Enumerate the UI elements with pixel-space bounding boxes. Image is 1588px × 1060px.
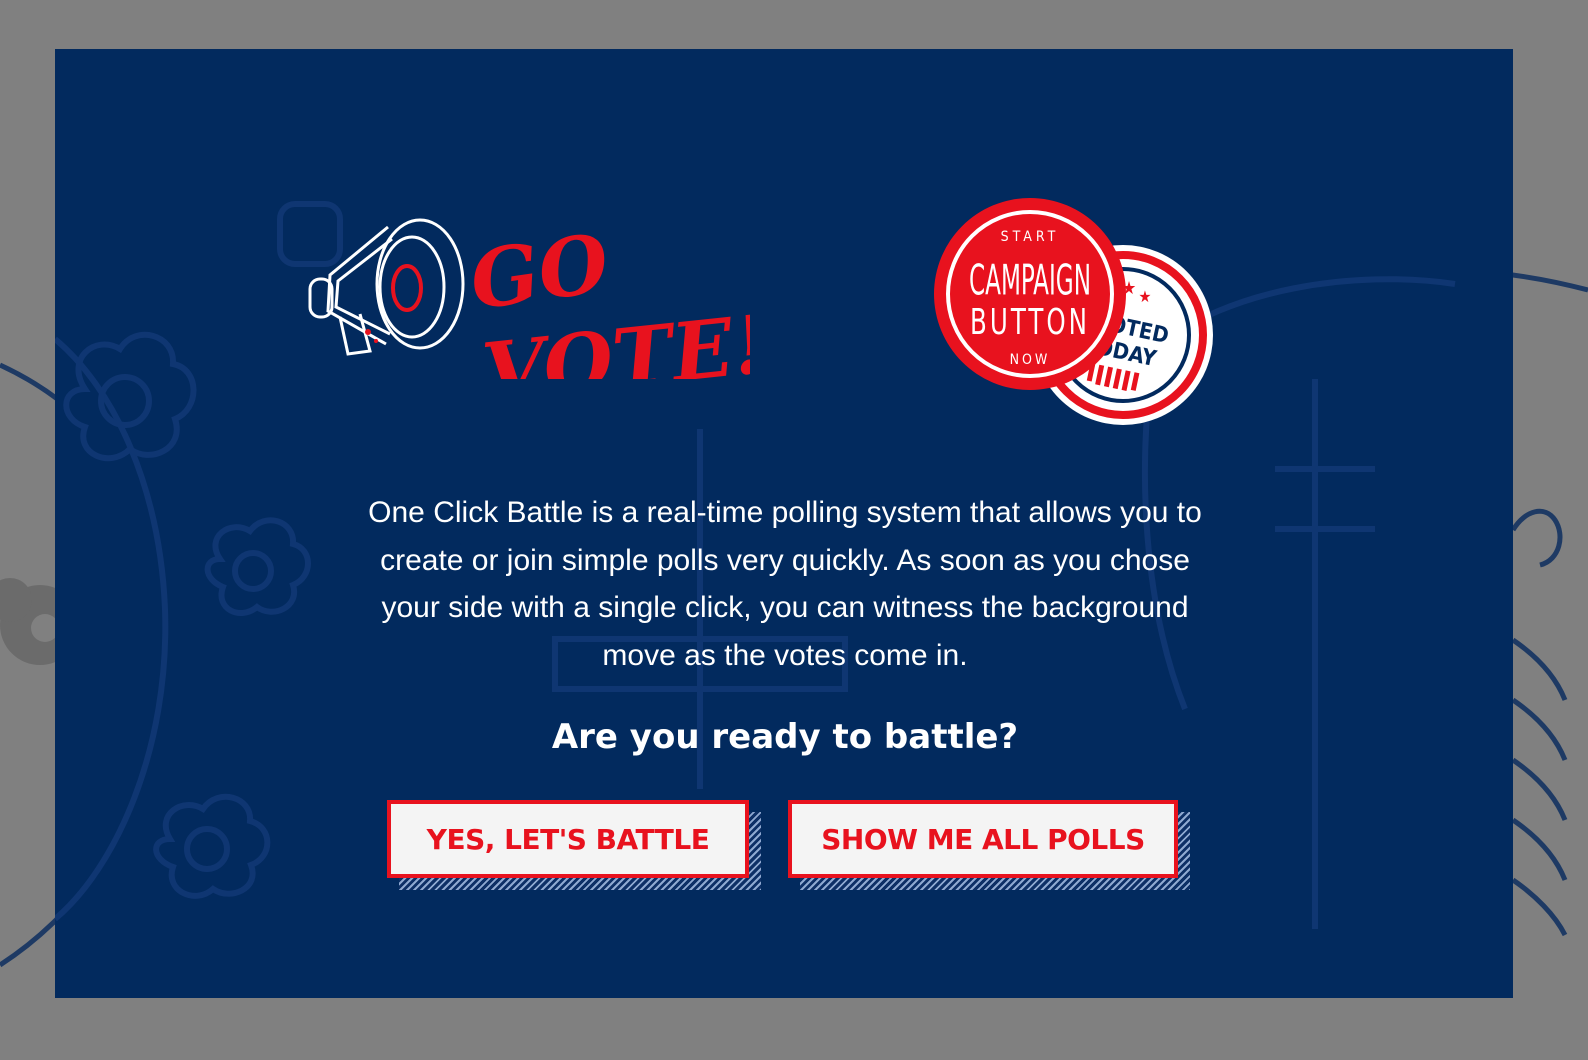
- intro-description: One Click Battle is a real-time polling …: [285, 489, 1285, 679]
- intro-line: One Click Battle is a real-time polling …: [368, 496, 1202, 529]
- show-all-polls-button[interactable]: SHOW ME ALL POLLS: [788, 800, 1178, 878]
- campaign-button-badge: START CAMPAIGN BUTTON NOW: [934, 198, 1126, 390]
- battle-question: Are you ready to battle?: [551, 717, 1019, 757]
- battle-button-wrapper: YES, LET'S BATTLE: [387, 800, 761, 890]
- svg-text:START: START: [1001, 229, 1060, 245]
- go-vote-logo: GO VOTE!: [308, 216, 750, 379]
- intro-line: create or join simple polls very quickly…: [380, 543, 1190, 577]
- go-text: GO: [465, 216, 615, 328]
- svg-text:BUTTON: BUTTON: [970, 302, 1090, 343]
- campaign-badges: ★ ★ ★ I VOTED TODAY START CAMPA: [934, 198, 1213, 425]
- megaphone-icon: [308, 218, 465, 356]
- intro-line: move as the votes come in.: [602, 638, 968, 672]
- welcome-modal: GO VOTE! ★ ★ ★ I VOTED TODAY: [55, 49, 1513, 998]
- yes-lets-battle-button[interactable]: YES, LET'S BATTLE: [387, 800, 749, 878]
- star-icon: ★: [1139, 287, 1152, 306]
- polls-button-wrapper: SHOW ME ALL POLLS: [788, 800, 1190, 890]
- intro-line: your side with a single click, you can w…: [381, 591, 1189, 624]
- svg-text:NOW: NOW: [1010, 352, 1051, 368]
- svg-text:CAMPAIGN: CAMPAIGN: [969, 257, 1091, 305]
